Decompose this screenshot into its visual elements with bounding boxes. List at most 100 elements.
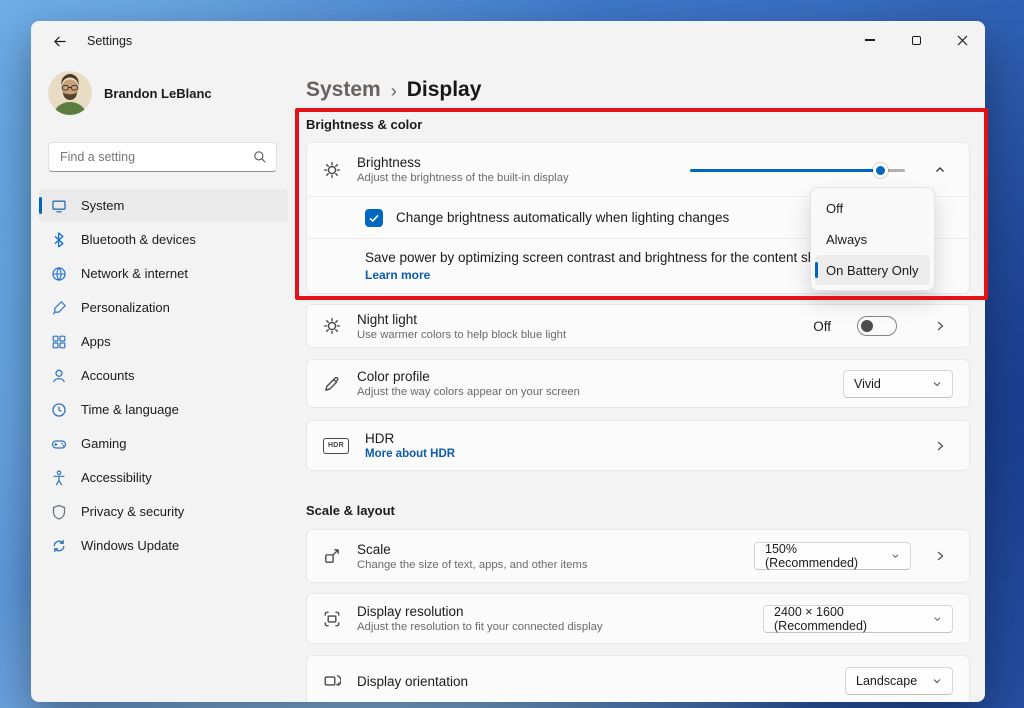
main-content: System › Display Brightness & color Brig… (296, 61, 985, 702)
chevron-down-icon (932, 379, 942, 389)
accessibility-icon (51, 470, 67, 486)
sidebar-item-gaming[interactable]: Gaming (39, 427, 288, 460)
display-orientation-icon (323, 672, 341, 690)
save-power-text: Save power by optimizing screen contrast… (365, 250, 840, 265)
breadcrumb-root[interactable]: System (306, 78, 381, 102)
titlebar: Settings (31, 21, 985, 61)
shield-icon (51, 504, 67, 520)
settings-window: Settings Bra (31, 21, 985, 702)
night-light-title: Night light (357, 312, 566, 327)
menu-item-off[interactable]: Off (815, 193, 930, 223)
orientation-card: Display orientation Landscape (306, 655, 970, 702)
hdr-open-button[interactable] (927, 440, 953, 452)
resolution-row: Display resolution Adjust the resolution… (307, 594, 969, 643)
scale-select[interactable]: 150% (Recommended) (754, 542, 911, 570)
color-profile-subtitle: Adjust the way colors appear on your scr… (357, 386, 580, 398)
apps-icon (51, 334, 67, 350)
sidebar-item-label: Personalization (81, 300, 170, 315)
sidebar-nav: System Bluetooth & devices Network & int… (31, 189, 296, 562)
network-icon (51, 266, 67, 282)
sidebar-item-label: Network & internet (81, 266, 188, 281)
sidebar-item-time-language[interactable]: Time & language (39, 393, 288, 426)
bluetooth-icon (51, 232, 67, 248)
section-header-brightness: Brightness & color (306, 117, 970, 135)
sidebar-item-label: Accessibility (81, 470, 152, 485)
chevron-right-icon (934, 320, 946, 332)
back-button[interactable] (41, 25, 77, 57)
resolution-card: Display resolution Adjust the resolution… (306, 593, 970, 644)
night-light-open-button[interactable] (927, 320, 953, 332)
sidebar-item-accounts[interactable]: Accounts (39, 359, 288, 392)
back-arrow-icon (52, 34, 67, 49)
search-input[interactable] (60, 150, 253, 164)
resolution-select[interactable]: 2400 × 1600 (Recommended) (763, 605, 953, 633)
hdr-card: HDR HDR More about HDR (306, 420, 970, 471)
sidebar-item-bluetooth[interactable]: Bluetooth & devices (39, 223, 288, 256)
color-profile-row: Color profile Adjust the way colors appe… (307, 360, 969, 407)
sidebar-item-privacy[interactable]: Privacy & security (39, 495, 288, 528)
scale-card: Scale Change the size of text, apps, and… (306, 529, 970, 583)
color-profile-select[interactable]: Vivid (843, 370, 953, 398)
sidebar-item-system[interactable]: System (39, 189, 288, 222)
sidebar-item-accessibility[interactable]: Accessibility (39, 461, 288, 494)
sidebar-item-label: Apps (81, 334, 111, 349)
hdr-row[interactable]: HDR HDR More about HDR (307, 421, 969, 470)
accounts-icon (51, 368, 67, 384)
menu-item-label: Always (826, 232, 867, 247)
sidebar-item-label: Privacy & security (81, 504, 184, 519)
scale-icon (323, 547, 341, 565)
menu-item-label: On Battery Only (826, 263, 918, 278)
page-title: Display (407, 78, 482, 102)
sidebar-item-label: Accounts (81, 368, 134, 383)
brightness-slider[interactable] (690, 161, 905, 179)
collapse-button[interactable] (927, 164, 953, 176)
sidebar-item-windows-update[interactable]: Windows Update (39, 529, 288, 562)
breadcrumb: System › Display (306, 73, 970, 107)
minimize-button[interactable] (847, 21, 893, 59)
night-light-subtitle: Use warmer colors to help block blue lig… (357, 329, 566, 341)
scale-value: 150% (Recommended) (765, 542, 877, 570)
slider-fill (690, 169, 881, 172)
brightness-sun-icon (323, 161, 341, 179)
hdr-icon: HDR (323, 438, 349, 454)
account-row[interactable]: Brandon LeBlanc (48, 71, 296, 115)
search-box[interactable] (48, 142, 277, 172)
sidebar-item-label: Windows Update (81, 538, 179, 553)
window-controls (847, 21, 985, 59)
gamepad-icon (51, 436, 67, 452)
menu-item-always[interactable]: Always (815, 224, 930, 254)
update-icon (51, 538, 67, 554)
resolution-title: Display resolution (357, 604, 603, 619)
system-icon (51, 198, 67, 214)
slider-thumb[interactable] (873, 163, 888, 178)
close-button[interactable] (939, 21, 985, 59)
sidebar-item-network[interactable]: Network & internet (39, 257, 288, 290)
account-name: Brandon LeBlanc (104, 86, 212, 101)
maximize-icon (912, 36, 921, 45)
scale-row[interactable]: Scale Change the size of text, apps, and… (307, 530, 969, 582)
color-profile-title: Color profile (357, 369, 580, 384)
search-icon (253, 150, 267, 164)
sidebar-item-personalization[interactable]: Personalization (39, 291, 288, 324)
maximize-button[interactable] (893, 21, 939, 59)
learn-more-link[interactable]: Learn more (365, 268, 430, 282)
orientation-select[interactable]: Landscape (845, 667, 953, 695)
orientation-title: Display orientation (357, 674, 468, 689)
night-light-row[interactable]: Night light Use warmer colors to help bl… (307, 305, 969, 347)
brightness-subtitle: Adjust the brightness of the built-in di… (357, 172, 569, 184)
close-icon (957, 35, 968, 46)
brightness-title: Brightness (357, 155, 569, 170)
color-profile-value: Vivid (854, 377, 881, 391)
auto-brightness-checkbox[interactable] (365, 209, 383, 227)
personalization-icon (51, 300, 67, 316)
content-brightness-dropdown-menu: Off Always On Battery Only (810, 187, 935, 291)
chevron-up-icon (934, 164, 946, 176)
menu-item-on-battery-only[interactable]: On Battery Only (815, 255, 930, 285)
hdr-link[interactable]: More about HDR (365, 448, 455, 460)
night-light-toggle[interactable] (857, 316, 897, 336)
chevron-down-icon (933, 614, 942, 624)
sidebar-item-apps[interactable]: Apps (39, 325, 288, 358)
color-profile-card: Color profile Adjust the way colors appe… (306, 359, 970, 408)
scale-subtitle: Change the size of text, apps, and other… (357, 559, 587, 571)
scale-open-button[interactable] (927, 550, 953, 562)
